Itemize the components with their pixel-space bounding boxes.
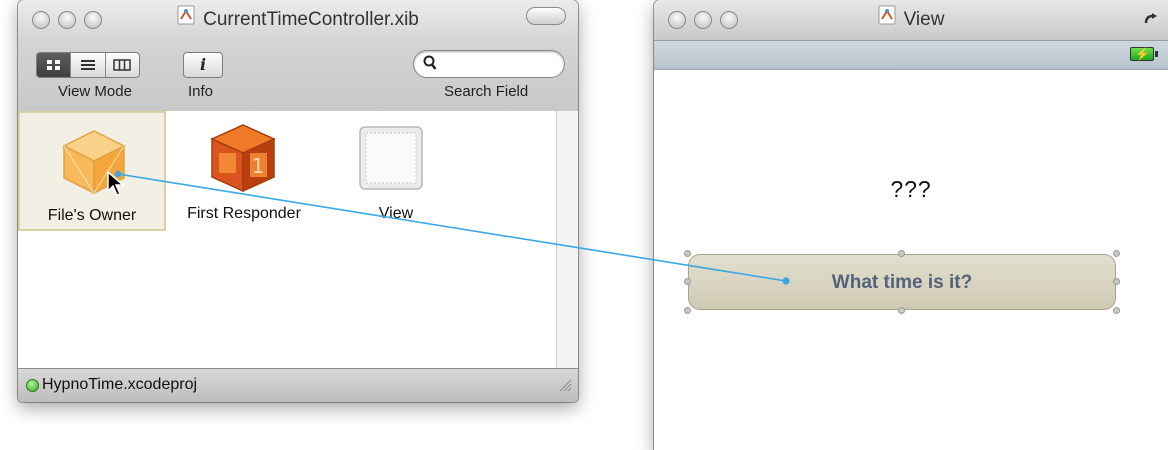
doc-window-title: CurrentTimeController.xib	[18, 0, 578, 40]
xib-document-window: CurrentTimeController.xib i View Mode In…	[18, 0, 578, 402]
view-mode-segmented-control[interactable]	[36, 52, 140, 78]
what-time-button[interactable]: What time is it?	[688, 254, 1116, 310]
charging-bolt-icon: ⚡	[1135, 47, 1150, 61]
resize-handle[interactable]	[898, 250, 905, 257]
project-status-indicator	[26, 379, 39, 392]
first-responder-label: First Responder	[187, 205, 301, 222]
toolbar-toggle-button[interactable]	[526, 7, 566, 25]
battery-tip	[1155, 51, 1158, 57]
doc-title-text: CurrentTimeController.xib	[203, 9, 419, 31]
mouse-cursor-icon	[107, 170, 126, 202]
resize-handle[interactable]	[684, 250, 691, 257]
view-mode-label: View Mode	[58, 83, 132, 100]
svg-text:1: 1	[252, 154, 265, 178]
view-window-title: View	[654, 0, 1168, 40]
resize-grip-icon[interactable]	[558, 378, 572, 397]
search-field[interactable]	[413, 50, 565, 78]
search-icon	[423, 55, 437, 76]
view-title-text: View	[903, 9, 945, 31]
vertical-scrollbar[interactable]	[556, 111, 578, 369]
info-button[interactable]: i	[183, 52, 223, 78]
resize-handle[interactable]	[684, 278, 691, 285]
view-editor-window: View ⚡ ??? What time is it?	[654, 0, 1168, 450]
resize-handle[interactable]	[1113, 307, 1120, 314]
column-view-mode-icon[interactable]	[106, 53, 139, 77]
resize-handle[interactable]	[1113, 278, 1120, 285]
first-responder-object[interactable]: 1 First Responder	[170, 111, 318, 231]
simulated-status-bar: ⚡	[654, 41, 1168, 70]
search-field-label: Search Field	[444, 83, 529, 100]
xib-file-icon	[177, 0, 195, 40]
resize-handle[interactable]	[684, 307, 691, 314]
rotate-icon[interactable]	[1144, 12, 1158, 28]
xib-file-icon	[878, 0, 896, 40]
project-name[interactable]: HypnoTime.xcodeproj	[42, 376, 197, 394]
resize-handle[interactable]	[898, 307, 905, 314]
list-view-mode-icon[interactable]	[71, 53, 106, 77]
view-object[interactable]: View	[322, 111, 470, 231]
icon-view-mode-icon[interactable]	[37, 53, 72, 77]
files-owner-label: File's Owner	[47, 207, 137, 224]
view-label: View	[378, 205, 414, 222]
view-icon	[358, 125, 424, 196]
doc-status-bar: HypnoTime.xcodeproj	[18, 368, 578, 402]
time-label[interactable]: ???	[654, 176, 1168, 203]
info-label: Info	[188, 83, 214, 100]
view-titlebar: View	[654, 0, 1168, 41]
object-browser: File's Owner 1 First Responder View	[18, 111, 556, 369]
first-responder-icon: 1	[210, 123, 276, 198]
resize-handle[interactable]	[1113, 250, 1120, 257]
doc-titlebar: CurrentTimeController.xib i View Mode In…	[18, 0, 578, 121]
files-owner-object[interactable]: File's Owner	[18, 111, 166, 231]
